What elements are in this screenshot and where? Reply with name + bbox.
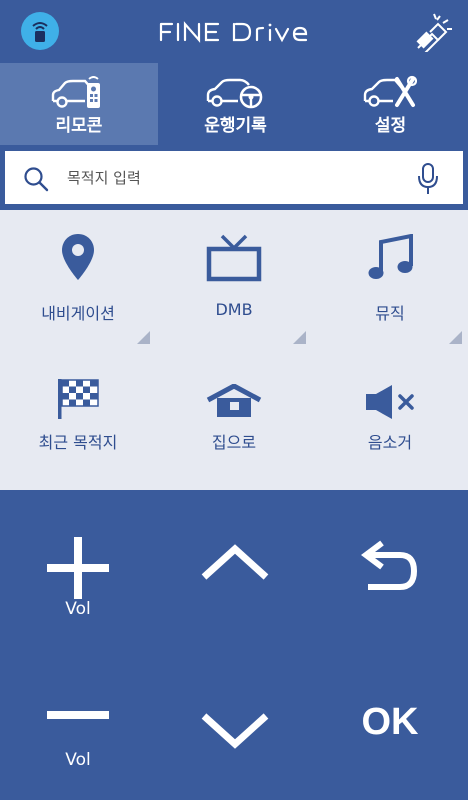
remote-control-pad: Vol Vol OK (0, 490, 468, 800)
corner-indicator-icon (293, 331, 306, 344)
down-arrow-button[interactable] (156, 655, 312, 800)
destination-search-bar (3, 149, 465, 206)
ok-button[interactable]: OK (312, 655, 468, 800)
minus-icon (47, 711, 109, 719)
menu-recent-destination[interactable]: 최근 목적지 (0, 344, 156, 478)
tab-remote[interactable]: 리모콘 (0, 63, 158, 145)
corner-indicator-icon (137, 331, 150, 344)
menu-label: 최근 목적지 (38, 433, 118, 452)
menu-navigation[interactable]: 내비게이션 (0, 210, 156, 344)
tab-driving-log[interactable]: 운행기록 (158, 63, 313, 145)
fine-drive-logo (158, 18, 310, 46)
main-tabs: 리모콘 운행기록 설정 (0, 63, 468, 145)
menu-label: 집으로 (211, 433, 257, 452)
volume-label: Vol (65, 750, 91, 770)
remote-app-icon[interactable] (21, 12, 59, 50)
chevron-down-icon (201, 713, 269, 749)
menu-label: 뮤직 (375, 304, 405, 323)
mute-icon (364, 384, 416, 424)
menu-go-home[interactable]: 집으로 (156, 344, 312, 478)
search-icon[interactable] (23, 166, 49, 196)
destination-input[interactable] (67, 163, 397, 193)
home-icon (206, 383, 262, 422)
menu-music[interactable]: 뮤직 (312, 210, 468, 344)
menu-mute[interactable]: 음소거 (312, 344, 468, 478)
car-tools-icon (363, 75, 418, 113)
tv-icon (206, 234, 262, 286)
menu-label: 음소거 (367, 433, 413, 452)
microphone-icon[interactable] (417, 163, 439, 199)
flashlight-icon[interactable] (412, 12, 454, 55)
top-bar (0, 0, 468, 63)
up-arrow-button[interactable] (156, 510, 312, 660)
car-steering-icon (206, 75, 264, 113)
location-pin-icon (60, 232, 96, 286)
car-remote-icon (51, 75, 107, 113)
tab-settings[interactable]: 설정 (313, 63, 468, 145)
tab-label: 설정 (374, 116, 407, 136)
chevron-up-icon (201, 544, 269, 580)
menu-label: DMB (215, 300, 253, 319)
corner-indicator-icon (449, 331, 462, 344)
volume-up-button[interactable]: Vol (0, 510, 156, 660)
plus-icon (47, 537, 109, 599)
volume-label: Vol (65, 599, 91, 619)
tab-label: 운행기록 (204, 116, 267, 136)
tab-label: 리모콘 (55, 116, 103, 136)
menu-dmb[interactable]: DMB (156, 210, 312, 344)
quick-menu-grid: 내비게이션 DMB 뮤직 최근 목적지 집으로 음소거 (0, 210, 468, 490)
return-arrow-icon (361, 540, 418, 590)
checkered-flag-icon (57, 378, 99, 424)
menu-label: 내비게이션 (41, 304, 115, 323)
music-note-icon (367, 233, 413, 286)
back-button[interactable] (312, 510, 468, 660)
volume-down-button[interactable]: Vol (0, 655, 156, 800)
ok-label: OK (361, 701, 419, 743)
